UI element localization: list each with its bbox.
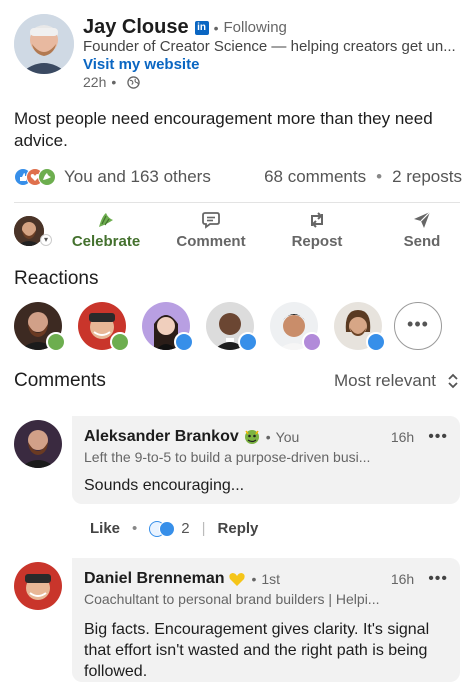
comment-time: 16h xyxy=(390,571,415,587)
reactor-avatar[interactable] xyxy=(14,302,66,352)
comments-count[interactable]: 68 comments xyxy=(264,167,366,187)
author-name[interactable]: Jay Clouse xyxy=(83,16,189,39)
separator-dot: • xyxy=(251,571,257,587)
celebrate-reaction-icon xyxy=(110,332,130,352)
more-reactors-button[interactable]: ••• xyxy=(394,302,442,350)
comment-name-row: Daniel Brenneman • 1st 16h ••• xyxy=(84,568,448,590)
author-avatar[interactable] xyxy=(14,14,74,74)
author-headline: Founder of Creator Science — helping cre… xyxy=(83,38,456,55)
chevron-down-icon[interactable]: ▾ xyxy=(40,234,52,246)
comments-sort-select[interactable]: Most relevant xyxy=(334,371,460,391)
celebrate-reaction-icon xyxy=(38,168,56,186)
comment-bubble: Daniel Brenneman • 1st 16h ••• Coachulta… xyxy=(72,558,460,682)
celebrate-button[interactable]: Celebrate xyxy=(61,210,151,250)
like-reaction-icon xyxy=(238,332,258,352)
comment-text: Big facts. Encouragement gives clarity. … xyxy=(84,621,430,680)
like-reaction-icon xyxy=(366,332,386,352)
commenter-relation: 1st xyxy=(261,571,281,587)
like-reaction-icon xyxy=(174,332,194,352)
comment-more-icon[interactable]: ••• xyxy=(428,428,448,446)
reply-button[interactable]: Reply xyxy=(218,520,259,537)
comment-item: Daniel Brenneman • 1st 16h ••• Coachulta… xyxy=(14,558,462,682)
reactor-avatar[interactable] xyxy=(78,302,130,352)
post-time: 22h xyxy=(83,74,107,90)
reactor-avatar[interactable] xyxy=(270,302,322,352)
comments-header: Comments Most relevant xyxy=(14,370,460,394)
comments-title: Comments xyxy=(14,370,106,391)
commenter-avatar[interactable] xyxy=(14,562,62,610)
action-bar: ▾ Celebrate Comment Repost Send xyxy=(14,210,464,254)
post-header: Jay Clouse in • Following Founder of Cre… xyxy=(14,14,464,94)
comment-reaction-icons[interactable] xyxy=(149,520,176,537)
reactions-count[interactable]: You and 163 others xyxy=(64,167,211,187)
yellow-heart-icon xyxy=(229,573,246,586)
separator-dot: • xyxy=(132,520,138,537)
comment-actions: Like • 2 | Reply xyxy=(90,520,258,537)
reactor-avatar[interactable] xyxy=(334,302,386,352)
comment-time: 16h xyxy=(390,429,415,445)
divider-bar: | xyxy=(201,520,206,537)
commenter-relation: You xyxy=(275,429,300,445)
reactions-title: Reactions xyxy=(14,268,99,289)
comment-label: Comment xyxy=(176,233,246,250)
commenter-name[interactable]: Daniel Brenneman xyxy=(84,570,224,588)
like-reaction-icon xyxy=(159,520,176,537)
separator-dot: • xyxy=(213,19,219,36)
commenter-headline: Left the 9-to-5 to build a purpose-drive… xyxy=(84,449,371,465)
comment-item: Aleksander Brankov • You 16h ••• Left th… xyxy=(14,416,462,546)
comment-more-icon[interactable]: ••• xyxy=(428,570,448,588)
comment-text: Sounds encouraging... xyxy=(84,477,245,494)
reactors-row: ••• xyxy=(14,302,464,352)
send-label: Send xyxy=(403,233,441,250)
celebrate-icon xyxy=(61,210,151,230)
separator-dot: • xyxy=(111,74,117,90)
follow-state[interactable]: Following xyxy=(224,19,287,36)
comment-button[interactable]: Comment xyxy=(166,210,256,250)
send-icon xyxy=(377,210,467,230)
reactor-avatar[interactable] xyxy=(142,302,194,352)
comment-bubble: Aleksander Brankov • You 16h ••• Left th… xyxy=(72,416,460,504)
post-meta: 22h • xyxy=(83,74,140,90)
celebrate-label: Celebrate xyxy=(71,233,141,250)
sort-label: Most relevant xyxy=(333,371,436,390)
send-button[interactable]: Send xyxy=(377,210,467,250)
commenter-name[interactable]: Aleksander Brankov xyxy=(84,428,239,446)
separator-dot: • xyxy=(265,429,271,445)
sort-chevron-icon xyxy=(446,372,460,390)
divider xyxy=(14,202,460,203)
commenter-avatar[interactable] xyxy=(14,420,62,468)
dragon-emoji-icon xyxy=(244,430,259,444)
comment-name-row: Aleksander Brankov • You 16h ••• xyxy=(84,426,448,448)
linkedin-premium-badge-icon: in xyxy=(194,20,209,35)
reactor-avatar[interactable] xyxy=(206,302,258,352)
separator-dot: • xyxy=(376,167,383,186)
comment-reaction-count[interactable]: 2 xyxy=(181,520,189,537)
website-link[interactable]: Visit my website xyxy=(83,56,199,73)
reaction-icons[interactable] xyxy=(14,168,56,186)
social-counts: You and 163 others 68 comments • 2 repos… xyxy=(14,166,462,188)
celebrate-reaction-icon xyxy=(46,332,66,352)
love-reaction-icon xyxy=(302,332,322,352)
post-text: Most people need encouragement more than… xyxy=(14,109,433,150)
author-name-row: Jay Clouse in • Following xyxy=(83,16,287,39)
repost-label: Repost xyxy=(291,233,343,250)
commenter-headline: Coachultant to personal brand builders |… xyxy=(84,591,380,607)
comment-icon xyxy=(166,210,256,230)
globe-icon xyxy=(127,75,140,89)
reposts-count[interactable]: 2 reposts xyxy=(392,167,462,187)
repost-button[interactable]: Repost xyxy=(272,210,362,250)
like-comment-button[interactable]: Like xyxy=(90,520,120,537)
repost-icon xyxy=(272,210,362,230)
